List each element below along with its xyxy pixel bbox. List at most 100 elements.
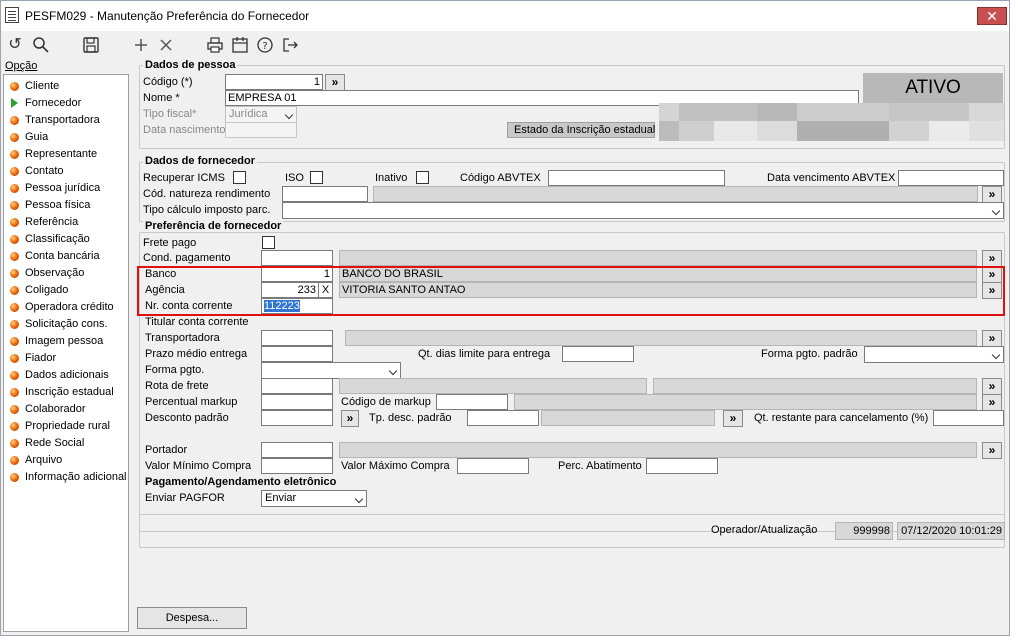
undo-icon[interactable]: ↺ — [5, 36, 25, 54]
iso-checkbox[interactable] — [310, 171, 323, 184]
chevron-down-icon — [354, 494, 364, 504]
codigo-input[interactable]: 1 — [225, 74, 323, 90]
close-button[interactable]: ✕ — [977, 7, 1007, 25]
cod-natureza-label: Cód. natureza rendimento — [143, 188, 271, 200]
desconto-lookup-button[interactable]: » — [341, 410, 359, 427]
despesa-button[interactable]: Despesa... — [137, 607, 247, 629]
codigo-abvtex-input[interactable] — [548, 170, 725, 186]
bullet-icon — [10, 286, 19, 295]
tp-desc-lookup-button[interactable]: » — [723, 410, 743, 427]
cod-natureza-input[interactable] — [282, 186, 368, 202]
codigo-lookup-button[interactable]: » — [325, 74, 345, 91]
chevron-down-icon — [284, 110, 294, 120]
desconto-label: Desconto padrão — [145, 412, 229, 424]
operador-value: 999998 — [835, 522, 893, 540]
preferencia-group-title: Preferência de fornecedor — [143, 220, 284, 232]
transportadora-description — [345, 330, 977, 346]
qt-dias-input[interactable] — [562, 346, 634, 362]
chevron-down-icon — [388, 366, 398, 376]
qt-restante-label: Qt. restante para cancelamento (%) — [754, 412, 929, 424]
bullet-icon — [10, 354, 19, 363]
valor-maximo-input[interactable] — [457, 458, 529, 474]
tp-desc-label: Tp. desc. padrão — [369, 412, 452, 424]
forma-pgto-padrao-label: Forma pgto. padrão — [761, 348, 858, 360]
qt-restante-input[interactable] — [933, 410, 1004, 426]
cod-natureza-lookup-button[interactable]: » — [982, 186, 1002, 203]
bullet-icon — [10, 473, 19, 482]
data-venc-abvtex-label: Data vencimento ABVTEX — [767, 172, 896, 184]
window-title: PESFM029 - Manutenção Preferência do For… — [25, 9, 310, 23]
cod-natureza-description — [373, 186, 978, 202]
cond-pagamento-description — [339, 250, 977, 266]
bullet-icon — [10, 337, 19, 346]
percentual-markup-input[interactable] — [261, 394, 333, 410]
transportadora-label: Transportadora — [145, 332, 220, 344]
frete-pago-checkbox[interactable] — [262, 236, 275, 249]
desconto-input[interactable] — [261, 410, 333, 426]
bullet-icon — [10, 252, 19, 261]
bullet-icon — [10, 405, 19, 414]
data-nascimento-input[interactable] — [225, 122, 297, 138]
cond-pagamento-lookup-button[interactable]: » — [982, 250, 1002, 267]
help-icon[interactable]: ? — [255, 36, 275, 54]
svg-text:?: ? — [262, 41, 267, 52]
bullet-icon — [10, 133, 19, 142]
bullet-icon — [10, 235, 19, 244]
tipo-fiscal-label: Tipo fiscal* — [143, 108, 197, 120]
portador-lookup-button[interactable]: » — [982, 442, 1002, 459]
prazo-input[interactable] — [261, 346, 333, 362]
bullet-icon — [10, 218, 19, 227]
codigo-markup-input[interactable] — [436, 394, 508, 410]
add-icon[interactable] — [131, 36, 151, 54]
perc-abatimento-input[interactable] — [646, 458, 718, 474]
save-icon[interactable] — [81, 36, 101, 54]
bullet-icon — [10, 320, 19, 329]
tipo-fiscal-select[interactable]: Jurídica — [225, 106, 297, 123]
bullet-icon — [10, 184, 19, 193]
print-icon[interactable] — [205, 36, 225, 54]
tp-desc-description — [541, 410, 715, 426]
form-area: Dados de pessoa Código (*) 1 » Nome * EM… — [137, 59, 1008, 632]
rota-frete-label: Rota de frete — [145, 380, 209, 392]
data-venc-abvtex-input[interactable] — [898, 170, 1004, 186]
rota-frete-input[interactable] — [261, 378, 333, 394]
recuperar-icms-checkbox[interactable] — [233, 171, 246, 184]
bullet-icon — [10, 303, 19, 312]
iso-label: ISO — [285, 172, 304, 184]
search-icon[interactable] — [31, 36, 51, 54]
bullet-icon — [10, 456, 19, 465]
exit-icon[interactable] — [280, 36, 300, 54]
delete-icon[interactable] — [156, 36, 176, 54]
pagamento-group-title: Pagamento/Agendamento eletrônico — [143, 476, 339, 488]
redacted-area — [659, 103, 1004, 141]
tipo-calculo-select[interactable] — [282, 202, 1004, 219]
cond-pagamento-label: Cond. pagamento — [143, 252, 231, 264]
portador-input[interactable] — [261, 442, 333, 458]
inativo-checkbox[interactable] — [416, 171, 429, 184]
bullet-icon — [10, 167, 19, 176]
percentual-markup-label: Percentual markup — [145, 396, 238, 408]
bullet-icon — [10, 388, 19, 397]
estado-ie-label: Estado da Inscrição estadual — [507, 122, 655, 138]
tp-desc-input[interactable] — [467, 410, 539, 426]
enviar-pagfor-select[interactable]: Enviar — [261, 490, 367, 507]
cond-pagamento-input[interactable] — [261, 250, 333, 266]
rota-frete-lookup-button[interactable]: » — [982, 378, 1002, 395]
toolbar: ↺ ? — [1, 32, 1009, 59]
forma-pgto-padrao-select[interactable] — [864, 346, 1004, 363]
forma-pgto-select[interactable] — [261, 362, 401, 379]
tipo-calculo-label: Tipo cálculo imposto parc. — [143, 204, 271, 216]
rota-frete-description — [339, 378, 647, 394]
calendar-icon[interactable] — [230, 36, 250, 54]
transportadora-input[interactable] — [261, 330, 333, 346]
valor-maximo-label: Valor Máximo Compra — [341, 460, 450, 472]
perc-abatimento-label: Perc. Abatimento — [558, 460, 642, 472]
codigo-markup-lookup-button[interactable]: » — [982, 394, 1002, 411]
nome-label: Nome * — [143, 92, 180, 104]
chevron-down-icon — [991, 350, 1001, 360]
main-window: PESFM029 - Manutenção Preferência do For… — [0, 0, 1010, 636]
fornecedor-group-title: Dados de fornecedor — [143, 155, 258, 167]
transportadora-lookup-button[interactable]: » — [982, 330, 1002, 347]
data-nascimento-label: Data nascimento — [143, 124, 226, 136]
valor-minimo-input[interactable] — [261, 458, 333, 474]
